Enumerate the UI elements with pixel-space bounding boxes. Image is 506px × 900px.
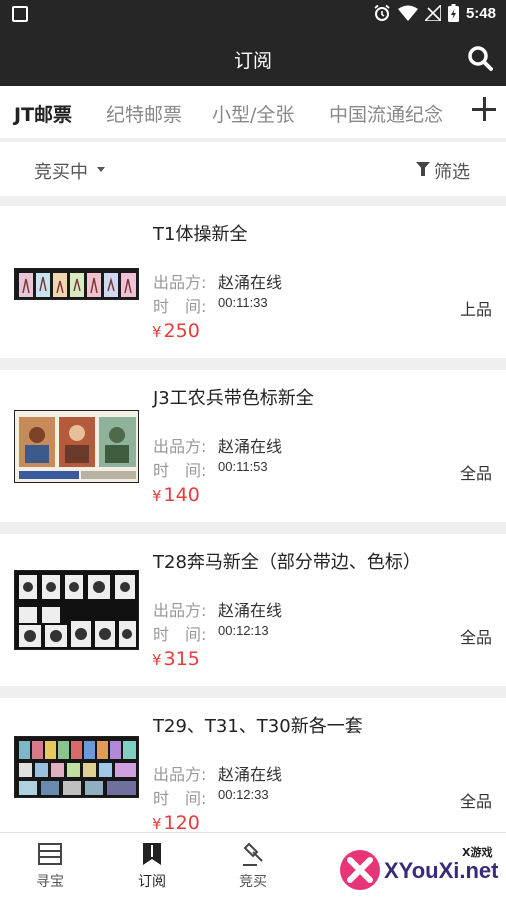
alarm-icon — [374, 4, 390, 21]
nav-item-bid[interactable]: 竞买 — [213, 841, 293, 891]
time-remaining: 00:12:13 — [218, 623, 269, 638]
gavel-icon — [243, 842, 263, 866]
item-title: T29、T31、T30新各一套 — [153, 716, 363, 737]
filter-button[interactable]: 筛选 — [434, 158, 470, 184]
nav-item-treasure[interactable]: 寻宝 — [10, 841, 90, 891]
stamp-thumbnail — [14, 736, 139, 798]
watermark: X游戏 XYouXi.net — [336, 842, 506, 898]
tab-commemorative-stamps[interactable]: 纪特邮票 — [106, 100, 182, 127]
tab-circulation-commemorative[interactable]: 中国流通纪念 — [329, 100, 443, 127]
category-tabs: JT邮票 纪特邮票 小型/全张 中国流通纪念 — [0, 86, 506, 138]
add-category-icon[interactable] — [464, 86, 506, 138]
battery-icon — [447, 4, 459, 22]
list-item[interactable]: T1体操新全 出品方: 赵涌在线 时 间: 00:11:33 ¥250 上品 — [0, 206, 506, 358]
item-price: ¥315 — [152, 648, 200, 670]
list-item[interactable]: J3工农兵带色标新全 出品方: 赵涌在线 时 间: 00:11:53 ¥140 … — [0, 370, 506, 522]
time-remaining: 00:12:33 — [218, 787, 269, 802]
watermark-logo — [340, 850, 380, 890]
item-price: ¥250 — [152, 320, 200, 342]
condition-badge: 上品 — [459, 300, 492, 319]
time-remaining: 00:11:53 — [218, 459, 268, 474]
seller-name: 赵涌在线 — [218, 273, 283, 292]
filter-bar: 竞买中 筛选 — [0, 142, 506, 196]
condition-badge: 全品 — [459, 464, 492, 483]
item-price: ¥120 — [152, 812, 200, 834]
item-title: T28奔马新全（部分带边、色标） — [153, 552, 421, 573]
stamp-thumbnail — [14, 410, 139, 483]
item-price: ¥140 — [152, 484, 200, 506]
list-item[interactable]: T29、T31、T30新各一套 出品方: 赵涌在线 时 间: 00:12:33 … — [0, 698, 506, 834]
list-item[interactable]: T28奔马新全（部分带边、色标） 出品方: 赵涌在线 时 间: 00:12:13… — [0, 534, 506, 686]
page-title: 订阅 — [233, 50, 272, 72]
tab-souvenir-sheets[interactable]: 小型/全张 — [212, 100, 294, 127]
item-title: J3工农兵带色标新全 — [153, 388, 314, 409]
search-icon[interactable] — [466, 44, 494, 72]
nav-label: 寻宝 — [36, 874, 64, 890]
tab-jt-stamps[interactable]: JT邮票 — [14, 100, 72, 127]
time-label: 时 间: — [153, 789, 207, 808]
time-label: 时 间: — [153, 461, 207, 480]
condition-badge: 全品 — [459, 628, 492, 647]
seller-name: 赵涌在线 — [218, 765, 283, 784]
nav-label: 竞买 — [239, 874, 267, 890]
app-header: 订阅 — [0, 30, 506, 86]
time-label: 时 间: — [153, 297, 207, 316]
item-title: T1体操新全 — [153, 224, 248, 245]
time-remaining: 00:11:33 — [218, 295, 268, 310]
stamp-thumbnail — [14, 570, 139, 650]
seller-label: 出品方: — [153, 273, 207, 292]
stamp-thumbnail — [14, 268, 139, 300]
wifi-icon — [397, 5, 418, 21]
treasure-icon — [38, 843, 62, 865]
seller-name: 赵涌在线 — [218, 437, 283, 456]
condition-badge: 全品 — [459, 792, 492, 811]
seller-label: 出品方: — [153, 765, 207, 784]
nav-item-subscribe[interactable]: 订阅 — [112, 841, 192, 891]
no-signal-icon — [424, 5, 441, 21]
funnel-icon[interactable] — [416, 162, 430, 176]
status-bar: 5:48 — [0, 0, 506, 30]
clock-time: 5:48 — [465, 4, 496, 22]
seller-name: 赵涌在线 — [218, 601, 283, 620]
time-label: 时 间: — [153, 625, 207, 644]
seller-label: 出品方: — [153, 437, 207, 456]
chevron-down-icon — [97, 167, 105, 172]
seller-label: 出品方: — [153, 601, 207, 620]
image-notification-icon — [12, 6, 28, 22]
bookmark-icon — [143, 843, 161, 865]
sort-dropdown[interactable]: 竞买中 — [34, 158, 88, 184]
nav-label: 订阅 — [138, 874, 166, 890]
